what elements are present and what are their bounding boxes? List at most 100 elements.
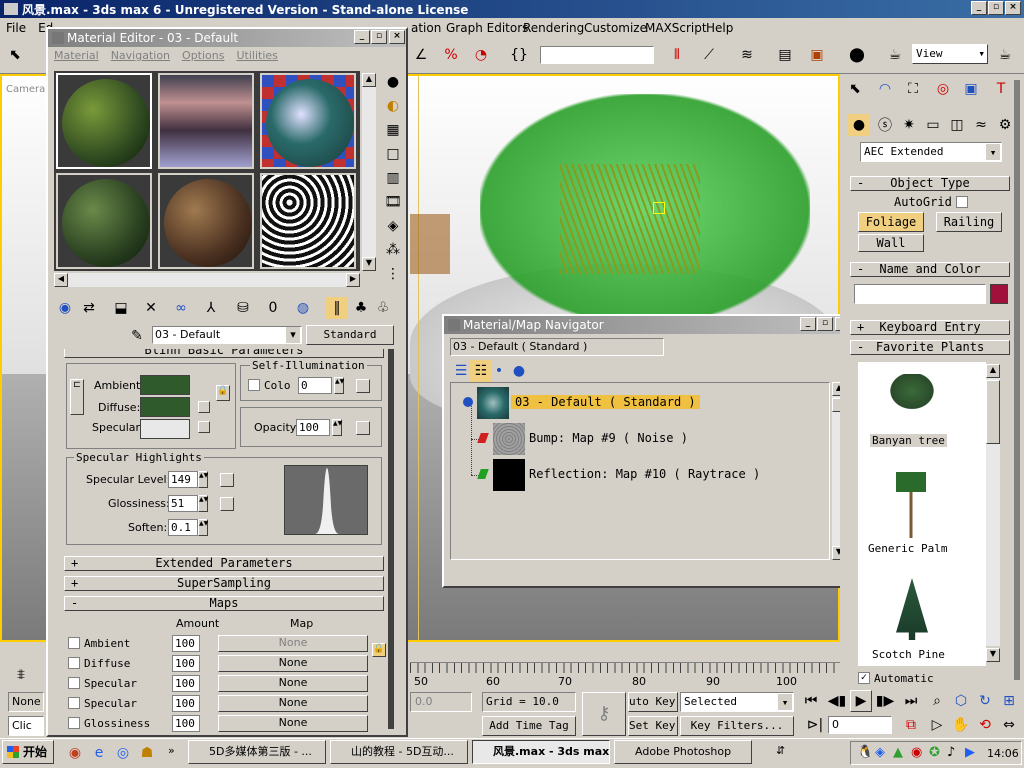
diffuse-swatch[interactable]: [140, 397, 190, 417]
play-icon[interactable]: ▶: [850, 690, 872, 712]
glossiness-spinner[interactable]: ▲▼: [198, 495, 208, 512]
options-icon[interactable]: ◈: [382, 215, 404, 237]
category-dropdown[interactable]: AEC Extended ▾: [860, 142, 1002, 162]
render-view-dropdown[interactable]: View ▾: [912, 44, 988, 64]
make-preview-icon[interactable]: 🎞: [382, 191, 404, 213]
sample-slot-4[interactable]: [56, 173, 152, 269]
spec-level-spinner[interactable]: ▲▼: [198, 471, 208, 488]
plant-palm-label[interactable]: Generic Palm: [868, 542, 947, 555]
prev-frame-icon[interactable]: ◀▮: [826, 690, 848, 712]
map-specular-button[interactable]: None: [218, 675, 368, 692]
render-scene-icon[interactable]: ☕: [884, 44, 906, 66]
tray-antivirus-icon[interactable]: ▲: [893, 745, 903, 760]
material-effects-icon[interactable]: 0: [262, 297, 284, 319]
plants-scroll-up[interactable]: ▲: [986, 364, 1000, 378]
set-key-button[interactable]: Set Key: [628, 716, 678, 736]
plant-palm-thumb[interactable]: [896, 472, 926, 538]
pan-icon[interactable]: ✋: [950, 714, 972, 736]
get-material-icon[interactable]: ◉: [54, 297, 76, 319]
orbit-icon[interactable]: ⟲: [974, 714, 996, 736]
map-ambient-checkbox[interactable]: [68, 637, 80, 649]
helpers-icon[interactable]: ◫: [946, 114, 968, 136]
nav-bump-thumb[interactable]: [493, 423, 525, 455]
background-icon[interactable]: ▦: [382, 119, 404, 141]
assign-material-icon[interactable]: ⬓: [110, 297, 132, 319]
map-specular-amount[interactable]: 100: [172, 675, 200, 692]
lights-icon[interactable]: ✷: [898, 114, 920, 136]
minimize-button[interactable]: _: [971, 1, 987, 15]
view-small-icons-icon[interactable]: •: [488, 360, 510, 382]
wall-button[interactable]: Wall: [858, 234, 924, 252]
map-glossiness-button[interactable]: None: [218, 715, 368, 732]
object-type-header[interactable]: - Object Type: [850, 176, 1010, 191]
menu-file[interactable]: File: [0, 21, 32, 35]
blinn-basic-header[interactable]: Blinn Basic Parameters: [64, 349, 384, 358]
map-ambient-amount[interactable]: 100: [172, 635, 200, 652]
self-illum-spinner[interactable]: ▲▼: [334, 377, 344, 394]
task-5d-multimedia[interactable]: 5D多媒体第三版 - ...: [188, 740, 326, 764]
map-ambient-button[interactable]: None: [218, 635, 368, 652]
layer-icon[interactable]: ≋: [736, 44, 758, 66]
material-navigator-icon[interactable]: ⋮: [382, 263, 404, 285]
quicklaunch-ie-icon[interactable]: e: [88, 742, 110, 764]
spec-level-map-button[interactable]: [220, 473, 234, 487]
modify-tab-icon[interactable]: ◠: [874, 78, 896, 100]
auto-key-button[interactable]: uto Key: [628, 692, 678, 712]
quicklaunch-tiger-icon[interactable]: ☗: [136, 742, 158, 764]
sample-slot-1[interactable]: [56, 73, 152, 169]
zoom-all-icon[interactable]: ⬡: [950, 690, 972, 712]
go-forward-icon[interactable]: ♧: [372, 297, 394, 319]
railing-button[interactable]: Railing: [936, 212, 1002, 232]
tray-display-icon[interactable]: ▶: [965, 745, 975, 760]
glossiness-value[interactable]: 51: [168, 495, 198, 512]
slots-scroll-left[interactable]: ◀: [54, 273, 68, 287]
show-end-result-icon[interactable]: ‖: [326, 297, 348, 319]
opacity-spinner[interactable]: ▲▼: [332, 419, 342, 436]
zoom-icon[interactable]: ⌕: [926, 690, 948, 712]
hierarchy-tab-icon[interactable]: ⛶: [902, 78, 924, 100]
sample-slot-6[interactable]: [260, 173, 356, 269]
task-photoshop[interactable]: Adobe Photoshop: [614, 740, 752, 764]
key-selection-dropdown[interactable]: Selected ▾: [680, 692, 794, 712]
object-color-swatch[interactable]: [990, 284, 1008, 304]
nav-bump-label[interactable]: Bump: Map #9 ( Noise ): [529, 431, 688, 445]
map-diffuse-checkbox[interactable]: [68, 657, 80, 669]
map-glossiness-amount[interactable]: 100: [172, 715, 200, 732]
self-illum-value[interactable]: 0: [298, 377, 332, 394]
time-config-icon[interactable]: ⧉: [900, 714, 922, 736]
favorite-plants-header[interactable]: - Favorite Plants: [850, 340, 1010, 355]
sample-type-icon[interactable]: ●: [382, 71, 404, 93]
geometry-icon[interactable]: ●: [848, 114, 870, 136]
spec-level-value[interactable]: 149: [168, 471, 198, 488]
layer-manager-icon[interactable]: ⩨: [10, 664, 32, 686]
extended-params-header[interactable]: + Extended Parameters: [64, 556, 384, 571]
align-icon[interactable]: ⟋: [698, 44, 720, 66]
cameras-icon[interactable]: ▭: [922, 114, 944, 136]
make-copy-icon[interactable]: ∞: [170, 297, 192, 319]
make-unique-icon[interactable]: ⅄: [200, 297, 222, 319]
ambient-swatch[interactable]: [140, 375, 190, 395]
quicklaunch-chrome-icon[interactable]: ◉: [64, 742, 86, 764]
plant-pine-thumb[interactable]: [896, 578, 928, 640]
map-specular-checkbox[interactable]: [68, 677, 80, 689]
slots-hscrollbar[interactable]: [68, 273, 346, 287]
quick-render-icon[interactable]: ☕: [994, 44, 1016, 66]
snap-angle-icon[interactable]: ∠: [410, 44, 432, 66]
mirror-icon[interactable]: ⫴: [666, 44, 688, 66]
nav-reflection-thumb[interactable]: [493, 459, 525, 491]
map-diffuse-amount[interactable]: 100: [172, 655, 200, 672]
mat-maximize-button[interactable]: ▫: [371, 30, 387, 44]
add-time-tag-button[interactable]: Add Time Tag: [482, 716, 576, 736]
lock-ambient-diffuse[interactable]: ⊏: [70, 379, 84, 415]
diffuse-map-button[interactable]: [198, 401, 210, 413]
glossiness-map-button[interactable]: [220, 497, 234, 511]
quicklaunch-more-icon[interactable]: »: [168, 744, 175, 757]
motion-tab-icon[interactable]: ◎: [932, 78, 954, 100]
put-to-library-icon[interactable]: ⛁: [232, 297, 254, 319]
opacity-value[interactable]: 100: [296, 419, 330, 436]
nav-root-label[interactable]: 03 - Default ( Standard ): [511, 395, 700, 409]
taskbar-more-icon[interactable]: ⇵: [776, 744, 785, 757]
slots-scroll-right[interactable]: ▶: [346, 273, 360, 287]
field-of-view-icon[interactable]: ▷: [926, 714, 948, 736]
key-filters-button[interactable]: Key Filters...: [680, 716, 794, 736]
